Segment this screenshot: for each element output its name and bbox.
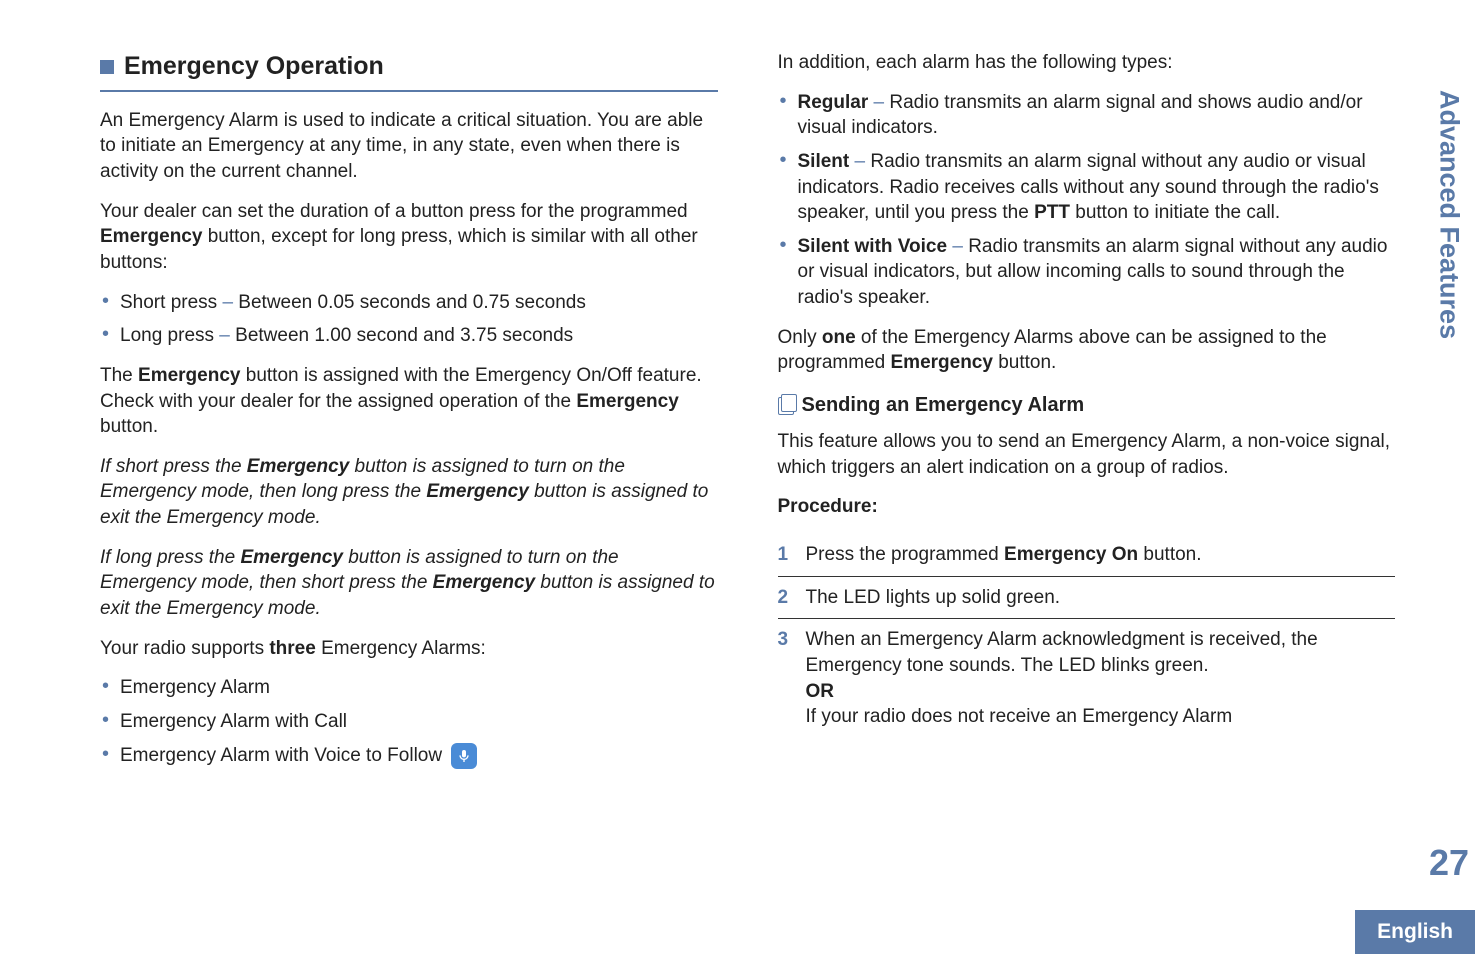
text-bold-italic: Emergency xyxy=(240,547,342,568)
procedure-steps: 1 Press the programmed Emergency On butt… xyxy=(778,534,1396,738)
text: button. xyxy=(100,416,158,437)
step-number: 1 xyxy=(778,542,794,568)
text-bold: one xyxy=(822,327,856,348)
text: Between 0.05 seconds and 0.75 seconds xyxy=(233,292,586,313)
text: The xyxy=(100,365,138,386)
step-item: 1 Press the programmed Emergency On butt… xyxy=(778,534,1396,577)
text: If short press the xyxy=(100,456,247,477)
left-column: Emergency Operation An Emergency Alarm i… xyxy=(100,50,718,904)
step-text: Press the programmed Emergency On button… xyxy=(806,542,1396,568)
heading-rule xyxy=(100,90,718,92)
text-bold: Regular xyxy=(798,92,869,113)
page-number: 27 xyxy=(1429,842,1469,884)
text-bold: Emergency xyxy=(576,391,678,412)
dash-separator: – xyxy=(874,92,885,113)
content-columns: Emergency Operation An Emergency Alarm i… xyxy=(100,50,1395,904)
dealer-paragraph: Your dealer can set the duration of a bu… xyxy=(100,199,718,276)
text-bold-italic: Emergency xyxy=(433,572,535,593)
text-bold-italic: Emergency xyxy=(426,481,528,502)
text: Short press xyxy=(120,292,217,313)
text: Your dealer can set the duration of a bu… xyxy=(100,201,688,222)
alarm-type-list: Emergency Alarm Emergency Alarm with Cal… xyxy=(100,675,718,768)
language-badge: English xyxy=(1355,910,1475,954)
paragraph: Your radio supports three Emergency Alar… xyxy=(100,636,718,662)
text: When an Emergency Alarm acknowledgment i… xyxy=(806,629,1318,676)
text-bold: three xyxy=(269,638,315,659)
right-column: In addition, each alarm has the followin… xyxy=(778,50,1396,904)
step-number: 3 xyxy=(778,627,794,730)
side-tab: Advanced Features 27 xyxy=(1423,0,1475,954)
list-item: Long press – Between 1.00 second and 3.7… xyxy=(100,323,718,349)
text: button. xyxy=(993,352,1056,373)
paragraph: This feature allows you to send an Emerg… xyxy=(778,429,1396,480)
text-bold: Emergency On xyxy=(1004,544,1138,565)
step-text: The LED lights up solid green. xyxy=(806,585,1396,611)
text: Between 1.00 second and 3.75 seconds xyxy=(230,325,573,346)
dash-separator: – xyxy=(222,292,233,313)
text: Emergency Alarms: xyxy=(316,638,486,659)
paragraph-italic: If short press the Emergency button is a… xyxy=(100,454,718,531)
text-bold: Silent xyxy=(798,151,850,172)
procedure-label: Procedure: xyxy=(778,494,1396,520)
page: Emergency Operation An Emergency Alarm i… xyxy=(0,0,1475,954)
section-heading-row: Emergency Operation xyxy=(100,50,718,84)
section-tab-label: Advanced Features xyxy=(1434,90,1465,339)
text-bold: Emergency xyxy=(100,226,202,247)
text: If your radio does not receive an Emerge… xyxy=(806,706,1233,727)
text: button. xyxy=(1138,544,1201,565)
list-item: Emergency Alarm with Call xyxy=(100,709,718,735)
square-bullet-icon xyxy=(100,60,114,74)
step-number: 2 xyxy=(778,585,794,611)
press-duration-list: Short press – Between 0.05 seconds and 0… xyxy=(100,290,718,349)
text-bold-italic: Emergency xyxy=(247,456,349,477)
paragraph: Only one of the Emergency Alarms above c… xyxy=(778,325,1396,376)
text: Only xyxy=(778,327,822,348)
text: If long press the xyxy=(100,547,240,568)
alarm-variant-list: Regular – Radio transmits an alarm signa… xyxy=(778,90,1396,311)
text: button to initiate the call. xyxy=(1070,202,1280,223)
list-item: Silent with Voice – Radio transmits an a… xyxy=(778,234,1396,311)
dash-separator: – xyxy=(952,236,963,257)
list-item: Emergency Alarm with Voice to Follow xyxy=(100,743,718,769)
dash-separator: – xyxy=(855,151,866,172)
paragraph: The Emergency button is assigned with th… xyxy=(100,363,718,440)
subsection-heading-row: Sending an Emergency Alarm xyxy=(778,392,1396,419)
step-item: 2 The LED lights up solid green. xyxy=(778,577,1396,620)
page-stack-icon xyxy=(778,397,794,415)
list-item: Emergency Alarm xyxy=(100,675,718,701)
text-bold: PTT xyxy=(1034,202,1070,223)
subsection-heading: Sending an Emergency Alarm xyxy=(802,392,1085,419)
text-bold: OR xyxy=(806,681,835,702)
list-item: Regular – Radio transmits an alarm signa… xyxy=(778,90,1396,141)
mic-icon xyxy=(451,743,477,769)
text-bold: Emergency xyxy=(138,365,240,386)
intro-paragraph: An Emergency Alarm is used to indicate a… xyxy=(100,108,718,185)
text: Long press xyxy=(120,325,214,346)
text: Press the programmed xyxy=(806,544,1005,565)
section-heading: Emergency Operation xyxy=(124,50,384,84)
paragraph-italic: If long press the Emergency button is as… xyxy=(100,545,718,622)
text: Your radio supports xyxy=(100,638,269,659)
step-text: When an Emergency Alarm acknowledgment i… xyxy=(806,627,1396,730)
text: Emergency Alarm with Voice to Follow xyxy=(120,745,442,766)
dash-separator: – xyxy=(219,325,230,346)
step-item: 3 When an Emergency Alarm acknowledgment… xyxy=(778,619,1396,738)
text-bold: Emergency xyxy=(891,352,993,373)
paragraph: In addition, each alarm has the followin… xyxy=(778,50,1396,76)
text-bold: Silent with Voice xyxy=(798,236,948,257)
list-item: Short press – Between 0.05 seconds and 0… xyxy=(100,290,718,316)
list-item: Silent – Radio transmits an alarm signal… xyxy=(778,149,1396,226)
